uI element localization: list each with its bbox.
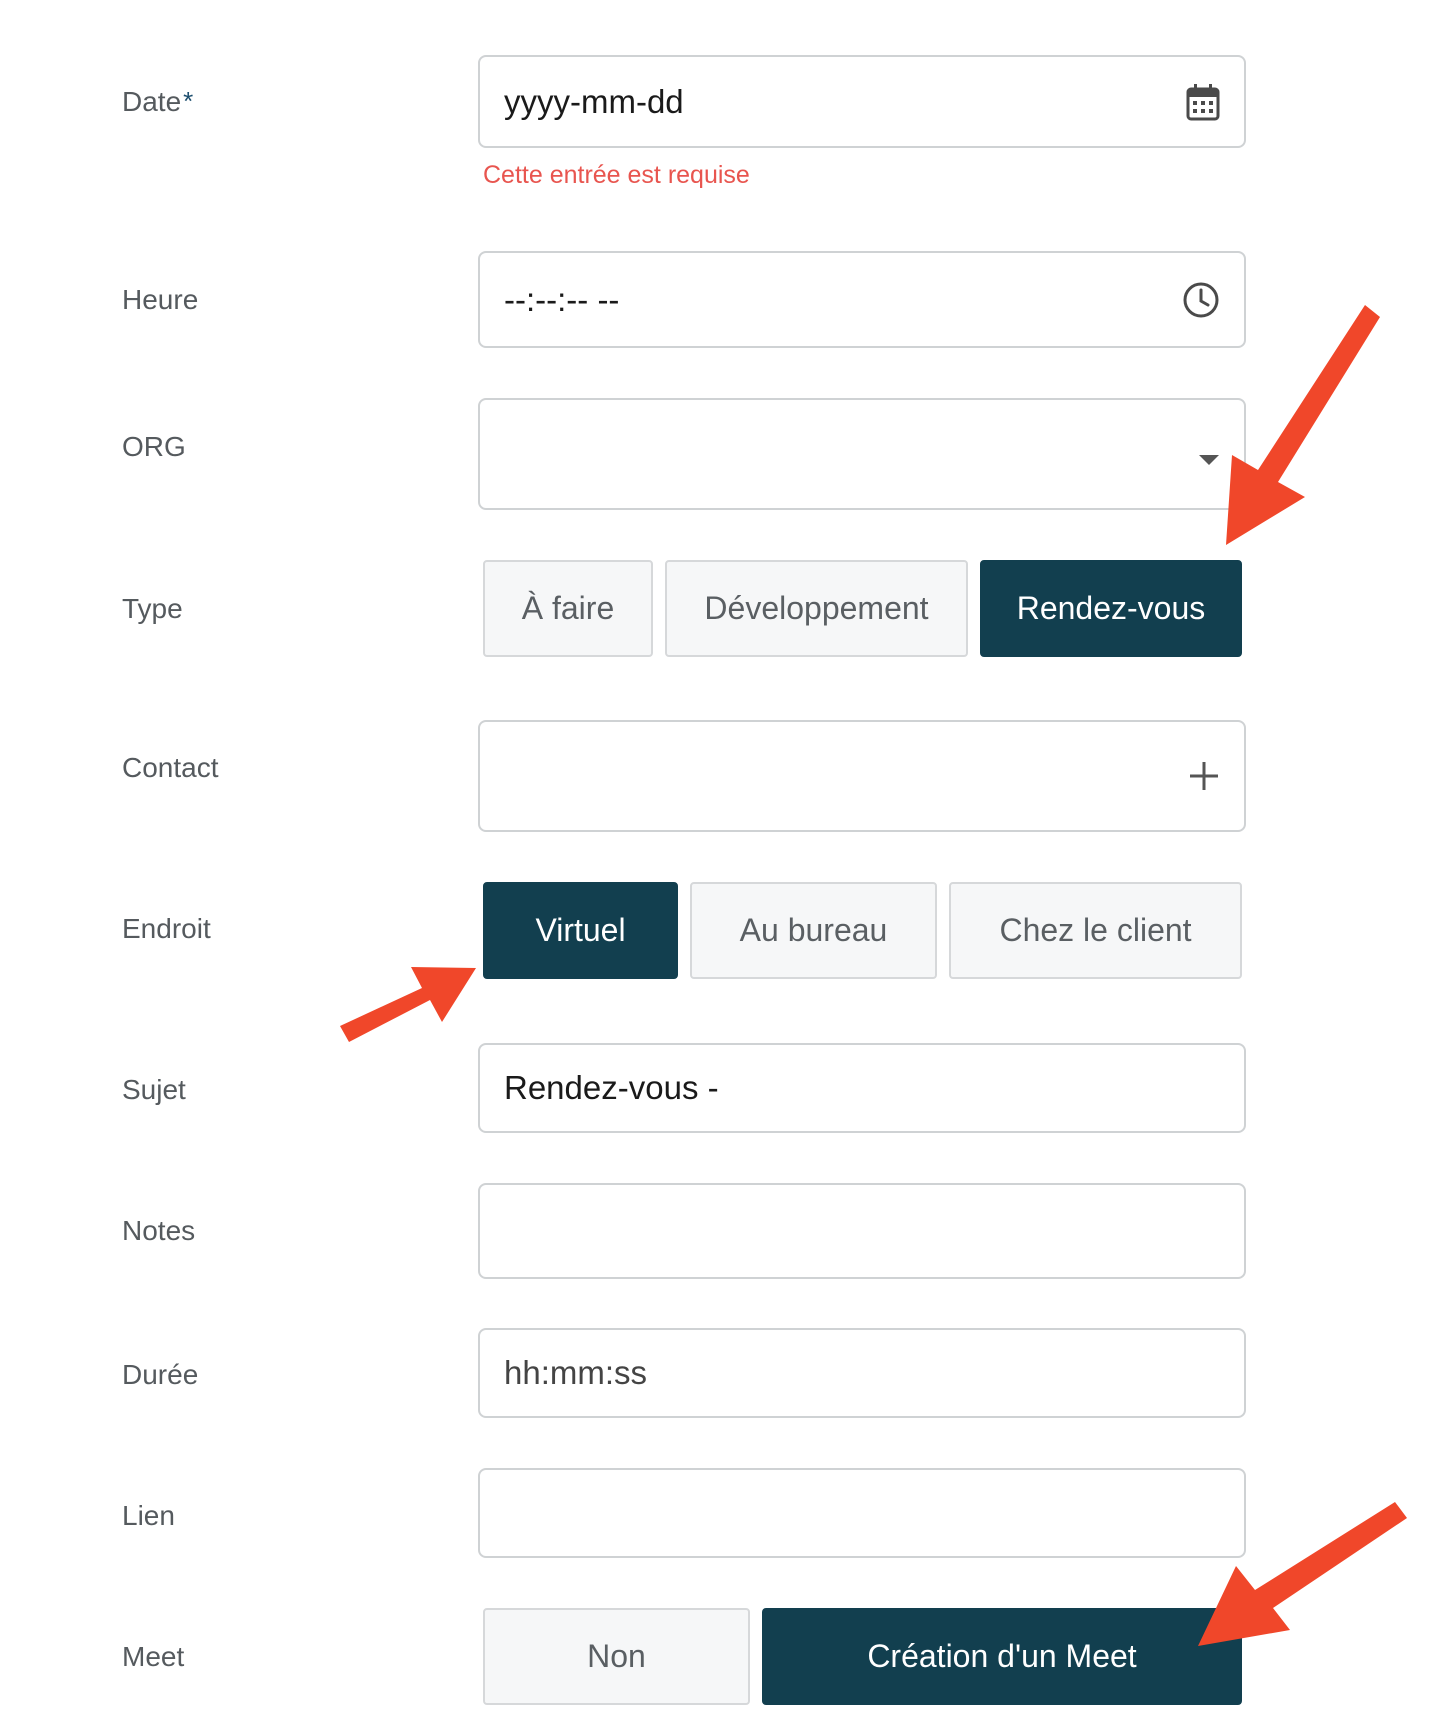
- date-input[interactable]: yyyy-mm-dd: [478, 55, 1246, 148]
- required-asterisk: *: [183, 86, 194, 116]
- type-option-development[interactable]: Développement: [665, 560, 968, 657]
- org-label: ORG: [122, 431, 186, 462]
- contact-label: Contact: [122, 752, 219, 783]
- location-option-virtual[interactable]: Virtuel: [483, 882, 678, 979]
- time-input[interactable]: --:--:-- --: [478, 251, 1246, 348]
- time-placeholder: --:--:-- --: [504, 280, 620, 318]
- meet-create-button[interactable]: Création d'un Meet: [762, 1608, 1242, 1705]
- arrow-icon-location: [340, 967, 476, 1042]
- calendar-icon[interactable]: [1186, 83, 1220, 121]
- date-label: Date*: [122, 88, 193, 116]
- arrow-icon-type: [1226, 305, 1380, 545]
- org-select[interactable]: [478, 398, 1246, 510]
- link-label: Lien: [122, 1500, 175, 1531]
- location-option-client[interactable]: Chez le client: [949, 882, 1242, 979]
- notes-label: Notes: [122, 1215, 196, 1246]
- type-label: Type: [122, 593, 183, 624]
- type-option-todo[interactable]: À faire: [483, 560, 653, 657]
- subject-input[interactable]: Rendez-vous -: [478, 1043, 1246, 1133]
- meet-label: Meet: [122, 1641, 185, 1672]
- link-input[interactable]: [478, 1468, 1246, 1558]
- notes-input[interactable]: [478, 1183, 1246, 1279]
- plus-icon[interactable]: [1188, 760, 1220, 792]
- contact-input[interactable]: [478, 720, 1246, 832]
- duration-placeholder: hh:mm:ss: [504, 1354, 648, 1391]
- time-label: Heure: [122, 284, 199, 315]
- meet-option-no[interactable]: Non: [483, 1608, 750, 1705]
- caret-down-icon[interactable]: [1198, 454, 1220, 466]
- date-placeholder: yyyy-mm-dd: [504, 82, 684, 120]
- location-label: Endroit: [122, 913, 211, 944]
- duration-label: Durée: [122, 1359, 199, 1390]
- duration-input[interactable]: hh:mm:ss: [478, 1328, 1246, 1418]
- subject-value: Rendez-vous -: [504, 1069, 719, 1106]
- date-label-text: Date: [122, 86, 182, 117]
- clock-icon[interactable]: [1182, 281, 1220, 319]
- location-option-office[interactable]: Au bureau: [690, 882, 937, 979]
- type-option-appointment[interactable]: Rendez-vous: [980, 560, 1242, 657]
- date-error-message: Cette entrée est requise: [483, 161, 750, 189]
- subject-label: Sujet: [122, 1074, 186, 1105]
